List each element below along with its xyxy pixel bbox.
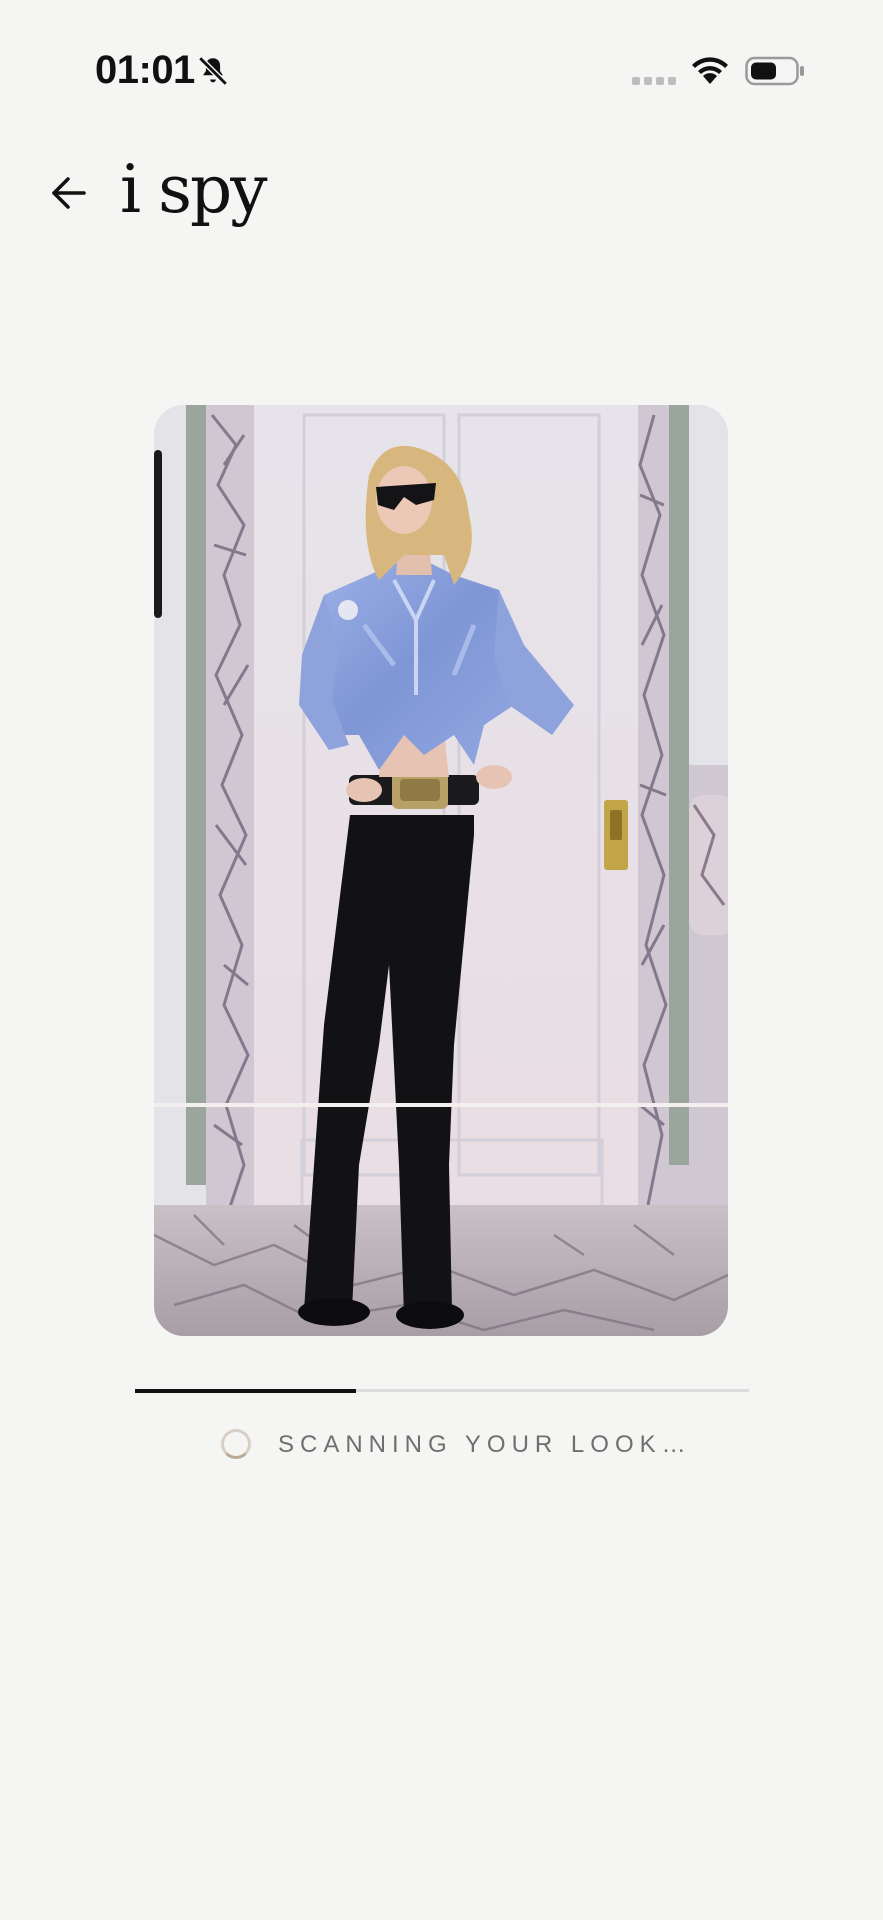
status-bar: 01:01 <box>0 0 883 120</box>
status-time: 01:01 <box>95 48 195 92</box>
app-header: i spy <box>0 140 883 240</box>
outfit-photo <box>154 405 728 1336</box>
bell-slash-icon <box>198 56 228 86</box>
scroll-indicator <box>154 450 162 618</box>
scan-progress-fill <box>135 1389 357 1393</box>
app-logo: i spy <box>120 151 267 228</box>
signal-icon <box>632 77 676 85</box>
scan-status-text: SCANNING YOUR LOOK… <box>278 1431 692 1458</box>
scan-line <box>154 1103 728 1107</box>
wifi-icon <box>692 57 728 84</box>
scan-progress-bar <box>135 1389 749 1393</box>
scan-status: SCANNING YOUR LOOK… <box>0 1427 883 1467</box>
loading-spinner-icon <box>221 1429 251 1459</box>
arrow-left-icon[interactable] <box>44 168 94 218</box>
scanned-photo <box>154 405 728 1336</box>
battery-icon <box>745 56 804 86</box>
